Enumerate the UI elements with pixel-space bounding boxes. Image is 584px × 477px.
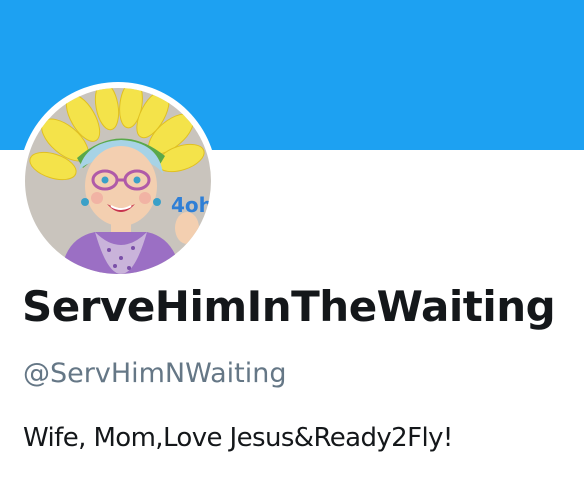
avatar-board-text: 4oh: [171, 193, 211, 217]
display-name: ServeHimInTheWaiting: [22, 282, 556, 331]
username-handle: @ServHimNWaiting: [23, 358, 287, 389]
avatar-illustration: 4oh: [25, 88, 211, 274]
avatar[interactable]: 4oh: [25, 88, 211, 274]
avatar-frame: 4oh: [19, 82, 217, 280]
profile-bio: Wife, Mom,Love Jesus&Ready2Fly!: [23, 423, 453, 453]
